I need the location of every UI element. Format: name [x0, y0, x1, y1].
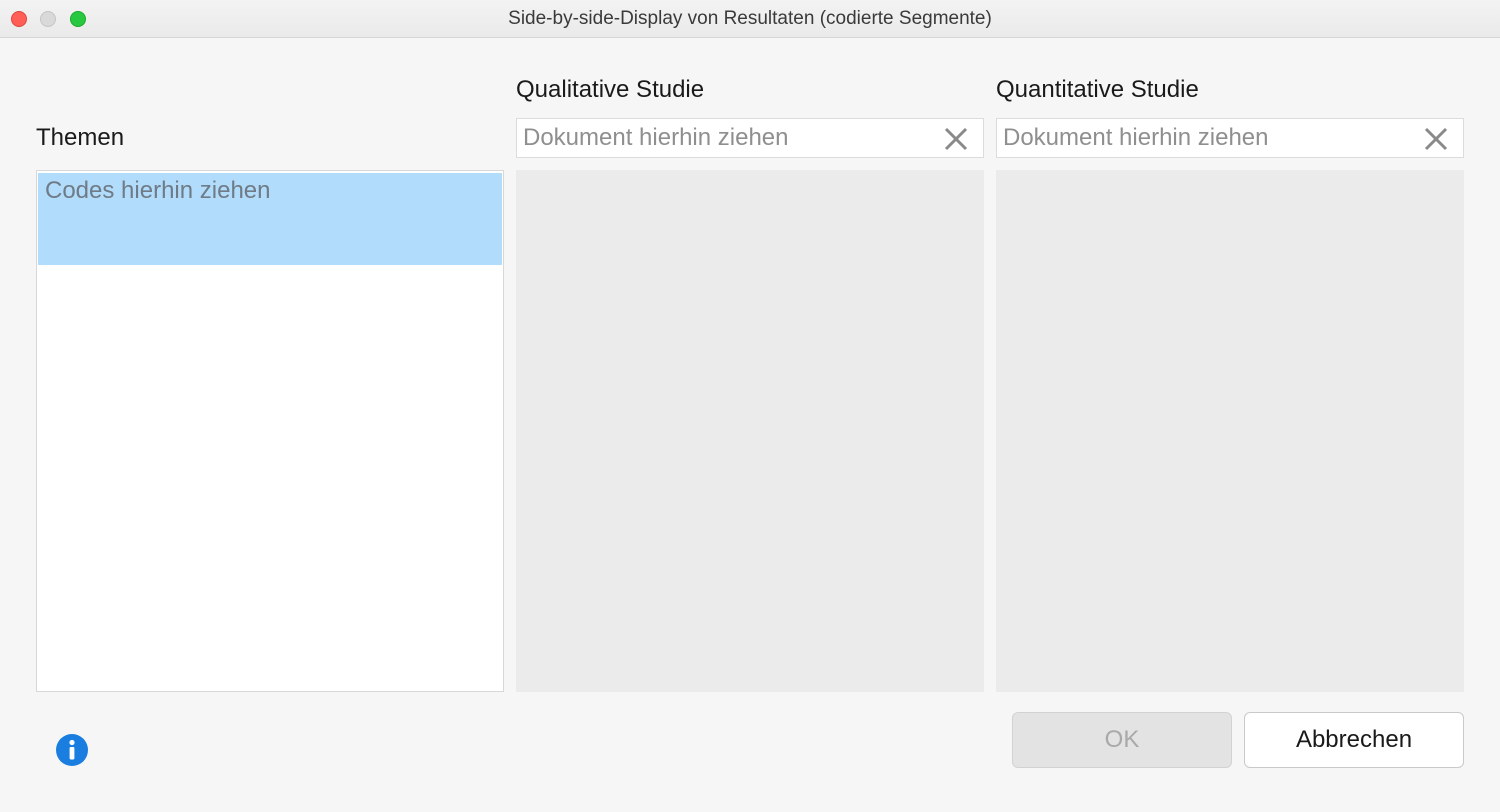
qualitative-results-panel: [516, 170, 984, 692]
codes-drop-hint: Codes hierhin ziehen: [45, 177, 271, 204]
clear-x-icon[interactable]: [943, 126, 969, 152]
themen-drop-list[interactable]: Codes hierhin ziehen: [36, 170, 504, 692]
themen-label: Themen: [36, 124, 125, 151]
quantitative-document-field[interactable]: Dokument hierhin ziehen: [996, 118, 1464, 158]
title-bar: Side-by-side-Display von Resultaten (cod…: [0, 0, 1500, 38]
clear-x-icon[interactable]: [1423, 126, 1449, 152]
cancel-button[interactable]: Abbrechen: [1244, 712, 1464, 768]
qualitative-document-placeholder: Dokument hierhin ziehen: [523, 124, 789, 151]
quantitative-study-label: Quantitative Studie: [996, 76, 1199, 103]
quantitative-document-placeholder: Dokument hierhin ziehen: [1003, 124, 1269, 151]
dialog-window: Side-by-side-Display von Resultaten (cod…: [0, 0, 1500, 812]
info-icon[interactable]: [56, 734, 88, 766]
codes-drop-row[interactable]: Codes hierhin ziehen: [38, 173, 502, 265]
qualitative-document-field[interactable]: Dokument hierhin ziehen: [516, 118, 984, 158]
quantitative-results-panel: [996, 170, 1464, 692]
qualitative-study-label: Qualitative Studie: [516, 76, 705, 103]
window-title: Side-by-side-Display von Resultaten (cod…: [508, 8, 992, 29]
ok-button[interactable]: OK: [1012, 712, 1232, 768]
